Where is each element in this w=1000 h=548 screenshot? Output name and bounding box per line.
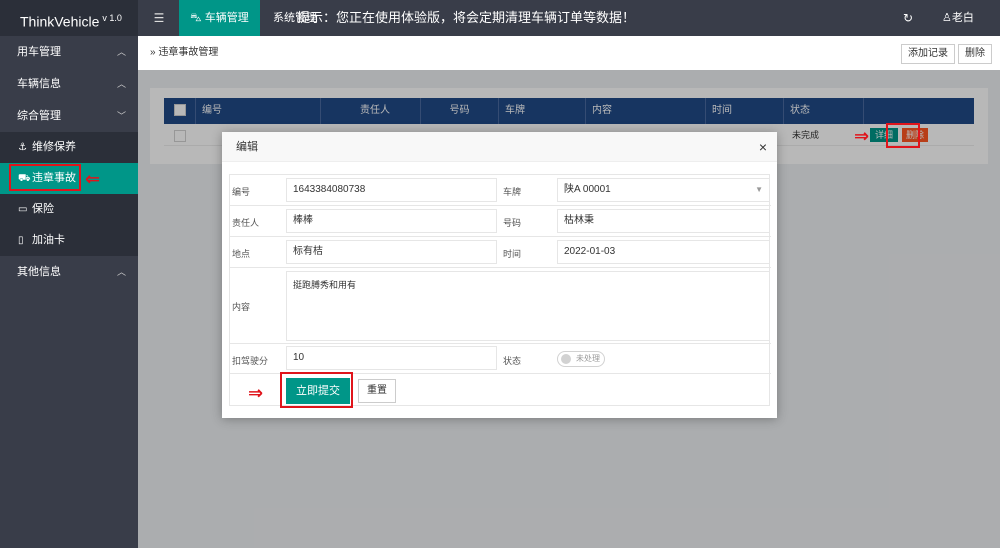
- card-icon: ▭: [18, 204, 28, 215]
- annotation-arrow-icon: ⇒: [248, 383, 264, 403]
- time-label: 时间: [503, 249, 522, 259]
- version-label: v 1.0: [102, 13, 122, 23]
- content-label: 内容: [232, 302, 251, 312]
- top-header: ThinkVehicle v 1.0 ☰ ⛍ 车辆管理 系统管理 提示：您正在使用…: [0, 0, 1000, 36]
- breadcrumb-bar: » 违章事故管理 添加记录 删除: [138, 36, 1000, 70]
- annotation-box-submit: [280, 372, 353, 408]
- chevron-down-icon: ▼: [755, 185, 763, 194]
- refresh-icon[interactable]: ↻: [898, 0, 918, 36]
- plate-label: 车牌: [503, 187, 522, 197]
- sidebar-group-other[interactable]: 其他信息 ︿: [0, 256, 138, 288]
- anchor-icon: ⚓: [18, 142, 27, 153]
- switch-knob: [561, 354, 571, 364]
- user-menu[interactable]: ♙老白: [942, 0, 974, 36]
- add-record-button[interactable]: 添加记录: [901, 44, 955, 64]
- status-label: 状态: [503, 356, 522, 366]
- breadcrumb: » 违章事故管理: [150, 47, 219, 58]
- points-label: 扣驾驶分: [232, 356, 269, 366]
- plate-select[interactable]: 陕A 00001 ▼: [557, 178, 770, 202]
- place-input[interactable]: 标有桔: [286, 240, 497, 264]
- points-input[interactable]: 10: [286, 346, 497, 370]
- sidebar-group-vehicle-info[interactable]: 车辆信息 ︿: [0, 68, 138, 100]
- annotation-arrow-icon: ⇐: [85, 169, 101, 189]
- person-input[interactable]: 棒棒: [286, 209, 497, 233]
- chevron-up-icon: ︿: [116, 267, 126, 277]
- reset-button[interactable]: 重置: [358, 379, 396, 403]
- notice-text: 提示：您正在使用体验版，将会定期清理车辆订单等数据！: [297, 10, 636, 25]
- number-label: 号码: [503, 218, 522, 228]
- delete-button[interactable]: 删除: [958, 44, 992, 64]
- menu-icon[interactable]: ☰: [150, 0, 168, 36]
- id-input[interactable]: 1643384080738: [286, 178, 497, 202]
- chevron-up-icon: ︿: [116, 79, 126, 89]
- time-input[interactable]: 2022-01-03: [557, 240, 770, 264]
- chevron-down-icon: ﹀: [116, 111, 126, 121]
- place-label: 地点: [232, 249, 251, 259]
- user-icon: ♙: [942, 12, 952, 24]
- sidebar-item-insurance[interactable]: ▭ 保险: [0, 194, 138, 225]
- content-textarea[interactable]: 挺跑膊秀和用有: [286, 271, 770, 341]
- car-icon: ⛍: [190, 12, 202, 24]
- nav-vehicle-management[interactable]: ⛍ 车辆管理: [179, 0, 260, 36]
- chevron-up-icon: ︿: [116, 47, 126, 57]
- close-icon[interactable]: ×: [759, 132, 767, 162]
- status-switch[interactable]: 未处理: [557, 351, 605, 367]
- person-label: 责任人: [232, 218, 260, 228]
- dialog-title: 编辑: [222, 132, 777, 162]
- sidebar: 用车管理 ︿ 车辆信息 ︿ 综合管理 ﹀ ⚓ 维修保养 ⛟违章事故 ▭ 保险 ▯ 加油卡 其…: [0, 36, 138, 548]
- annotation-arrow-icon: ⇒: [854, 126, 870, 146]
- id-label: 编号: [232, 187, 251, 197]
- sidebar-group-general[interactable]: 综合管理 ﹀: [0, 100, 138, 132]
- sidebar-item-maintenance[interactable]: ⚓ 维修保养: [0, 132, 138, 163]
- annotation-box-sidebar: [9, 164, 81, 191]
- number-input[interactable]: 枯林秉: [557, 209, 770, 233]
- app-logo[interactable]: ThinkVehicle v 1.0: [0, 0, 138, 36]
- sidebar-item-fuel-card[interactable]: ▯ 加油卡: [0, 225, 138, 256]
- sidebar-group-car-use[interactable]: 用车管理 ︿: [0, 36, 138, 68]
- annotation-box-detail: [886, 123, 920, 148]
- file-icon: ▯: [18, 235, 24, 246]
